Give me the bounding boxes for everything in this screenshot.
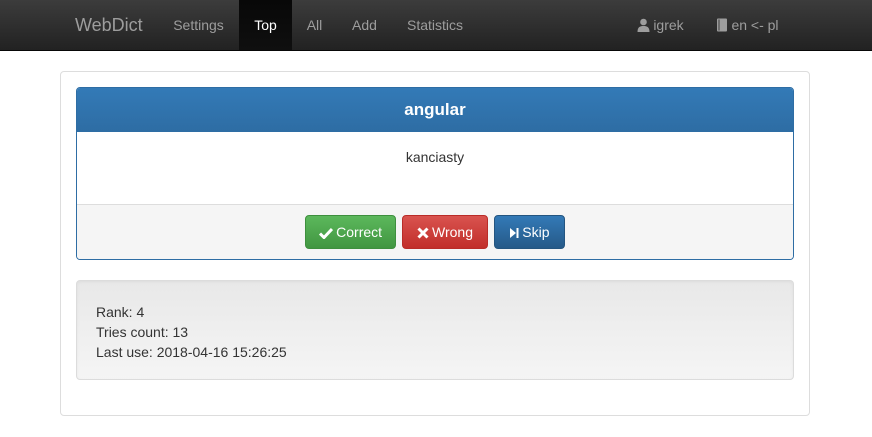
wrong-button[interactable]: Wrong bbox=[402, 215, 488, 249]
brand-link[interactable]: WebDict bbox=[75, 0, 143, 50]
rank-text: Rank: 4 bbox=[96, 304, 145, 320]
nav-item-statistics[interactable]: Statistics bbox=[392, 0, 478, 50]
step-forward-icon bbox=[509, 218, 519, 250]
last-use-text: Last use: 2018-04-16 15:26:25 bbox=[96, 344, 287, 360]
correct-button-label: Correct bbox=[336, 224, 383, 240]
nav-item-add[interactable]: Add bbox=[337, 0, 392, 50]
correct-button[interactable]: Correct bbox=[305, 215, 397, 250]
check-icon bbox=[319, 218, 334, 250]
word-heading: angular bbox=[77, 88, 793, 132]
word-stats: Rank: 4 Tries count: 13 Last use: 2018-0… bbox=[76, 280, 794, 380]
top-navbar: WebDict Settings Top All Add Statistics … bbox=[0, 0, 872, 51]
word-card: angular kanciasty Correct Wrong Skip bbox=[76, 87, 794, 260]
user-name-label: igrek bbox=[653, 17, 684, 33]
remove-icon bbox=[417, 218, 429, 250]
nav-item-user[interactable]: igrek bbox=[624, 0, 697, 50]
answer-buttons: Correct Wrong Skip bbox=[77, 204, 793, 259]
skip-button-label: Skip bbox=[522, 224, 550, 240]
skip-button[interactable]: Skip bbox=[493, 215, 565, 250]
nav-item-settings[interactable]: Settings bbox=[159, 0, 238, 50]
translation-text: kanciasty bbox=[405, 149, 465, 165]
book-icon bbox=[716, 2, 728, 52]
nav-item-top[interactable]: Top bbox=[239, 0, 292, 50]
language-direction-label: en <- pl bbox=[731, 17, 779, 33]
nav-item-all[interactable]: All bbox=[292, 0, 337, 50]
user-icon bbox=[637, 2, 650, 52]
tries-count-text: Tries count: 13 bbox=[96, 324, 189, 340]
nav-item-language[interactable]: en <- pl bbox=[701, 0, 794, 50]
wrong-button-label: Wrong bbox=[432, 224, 473, 240]
